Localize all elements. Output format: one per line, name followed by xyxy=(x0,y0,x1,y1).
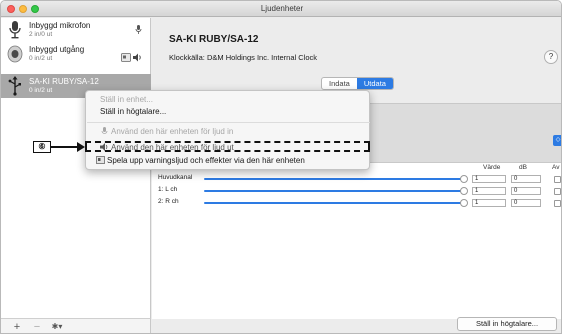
tab-indata[interactable]: Indata xyxy=(322,78,357,89)
finder-badge-icon xyxy=(121,53,131,64)
clock-source-value: D&M Holdings Inc. Internal Clock xyxy=(206,53,317,62)
gear-menu-button[interactable]: ✱▾ xyxy=(47,320,67,333)
callout-arrow-head-icon xyxy=(77,142,85,152)
table-row: 2: R ch 1 0 xyxy=(152,198,561,208)
menu-item-configure-device[interactable]: Ställ in enhet... xyxy=(100,95,153,104)
microphone-icon xyxy=(7,20,23,40)
output-speaker-badge-icon xyxy=(133,53,143,64)
finder-icon xyxy=(96,156,105,164)
device-item-built-in-output[interactable]: Inbyggd utgång 0 in/2 ut xyxy=(1,42,151,66)
device-channels: 2 in/0 ut xyxy=(29,31,53,38)
title-bar: Ljudenheter xyxy=(1,1,561,17)
table-row: Huvudkanal 1 0 xyxy=(152,174,561,184)
value-field[interactable]: 1 xyxy=(472,187,506,195)
device-name: Inbyggd utgång xyxy=(29,45,85,54)
device-channels: 0 in/2 ut xyxy=(29,55,53,62)
menu-separator xyxy=(87,122,370,123)
mute-checkbox[interactable] xyxy=(554,176,561,183)
menu-item-configure-speakers[interactable]: Ställ in högtalare... xyxy=(100,107,166,116)
column-header-value: Värde xyxy=(483,164,501,171)
channel-label: 2: R ch xyxy=(158,198,179,205)
volume-slider-knob[interactable] xyxy=(460,187,468,195)
table-row: 1: L ch 1 0 xyxy=(152,186,561,196)
usb-icon xyxy=(7,76,23,96)
volume-slider[interactable] xyxy=(204,202,467,204)
format-select-stepper[interactable]: ◇ xyxy=(553,135,561,146)
add-device-button[interactable]: + xyxy=(9,320,25,333)
tab-utdata[interactable]: Utdata xyxy=(356,78,393,89)
volume-slider[interactable] xyxy=(204,190,467,192)
mute-checkbox[interactable] xyxy=(554,188,561,195)
menu-item-label: Använd den här enheten för ljud in xyxy=(111,127,234,136)
help-button[interactable]: ? xyxy=(544,50,558,64)
menu-item-play-alerts[interactable]: Spela upp varningsljud och effekter via … xyxy=(96,156,305,165)
remove-device-button[interactable]: − xyxy=(29,320,45,333)
window-title: Ljudenheter xyxy=(260,4,304,13)
microphone-icon xyxy=(100,127,109,135)
channel-label: Huvudkanal xyxy=(158,174,193,181)
mute-checkbox[interactable] xyxy=(554,200,561,207)
device-list-toolbar: + − ✱▾ xyxy=(1,318,151,333)
volume-slider-knob[interactable] xyxy=(460,175,468,183)
volume-table: Värde dB Av Huvudkanal 1 0 1: L ch 1 0 2… xyxy=(152,162,561,319)
audio-devices-window: Ljudenheter Inbyggd mikrofon 2 in/0 ut I… xyxy=(0,0,562,334)
input-mic-badge-icon xyxy=(135,25,142,37)
volume-slider[interactable] xyxy=(204,178,467,180)
callout-arrow-line xyxy=(51,146,79,148)
clock-source: Klockkälla: D&M Holdings Inc. Internal C… xyxy=(169,53,317,62)
context-menu: Ställ in enhet... Ställ in högtalare... … xyxy=(85,90,370,170)
channel-label: 1: L ch xyxy=(158,186,178,193)
device-title: SA-KI RUBY/SA-12 xyxy=(169,34,259,45)
menu-item-use-for-input[interactable]: Använd den här enheten för ljud in xyxy=(100,127,233,136)
speaker-icon xyxy=(7,44,23,64)
input-output-tabs: Indata Utdata xyxy=(321,77,394,90)
menu-item-label: Spela upp varningsljud och effekter via … xyxy=(107,156,305,165)
clock-source-label: Klockkälla: xyxy=(169,53,205,62)
device-name: Inbyggd mikrofon xyxy=(29,21,91,30)
volume-slider-knob[interactable] xyxy=(460,199,468,207)
column-header-mute: Av xyxy=(552,164,560,171)
highlight-box xyxy=(85,141,370,152)
device-list: Inbyggd mikrofon 2 in/0 ut Inbyggd utgån… xyxy=(1,18,151,333)
value-field[interactable]: 1 xyxy=(472,199,506,207)
value-field[interactable]: 1 xyxy=(472,175,506,183)
device-name: SA-KI RUBY/SA-12 xyxy=(29,77,99,86)
column-header-db: dB xyxy=(519,164,527,171)
db-field[interactable]: 0 xyxy=(511,175,541,183)
db-field[interactable]: 0 xyxy=(511,199,541,207)
db-field[interactable]: 0 xyxy=(511,187,541,195)
device-channels: 0 in/2 ut xyxy=(29,87,53,94)
device-item-built-in-microphone[interactable]: Inbyggd mikrofon 2 in/0 ut xyxy=(1,18,151,42)
configure-speakers-button[interactable]: Ställ in högtalare... xyxy=(457,317,557,331)
callout-number: ⑥ xyxy=(33,141,51,153)
